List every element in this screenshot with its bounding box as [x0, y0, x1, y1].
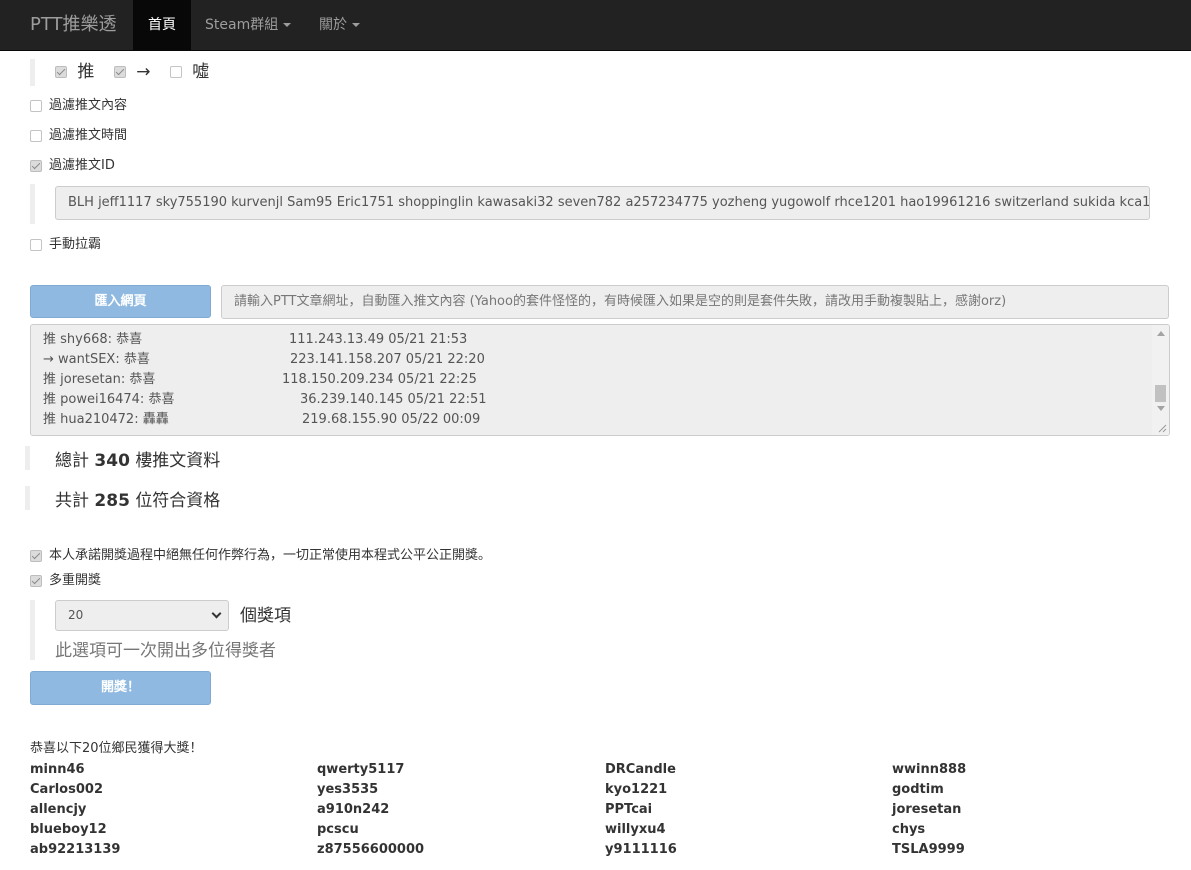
comment-line: 推 joresetan: 恭喜	[43, 372, 156, 387]
winner-name: wwinn888	[892, 762, 967, 777]
nav-home-label: 首頁	[148, 17, 176, 33]
arrow-checkbox[interactable]	[113, 66, 126, 78]
resize-handle-icon[interactable]	[1157, 423, 1167, 433]
prize-count-suffix: 個獎項	[240, 606, 291, 626]
winner-name: joresetan	[892, 802, 962, 817]
comments-textarea[interactable]: 推 shy668: 恭喜 111.243.13.49 05/21 21:53 →…	[30, 324, 1170, 436]
winner-name: qwerty5117	[317, 762, 405, 777]
winner-name: DRCandle	[605, 762, 676, 777]
scrollbar[interactable]	[1152, 325, 1169, 435]
winner-name: TSLA9999	[892, 842, 965, 857]
section-bar	[25, 486, 30, 510]
section-bar	[30, 184, 35, 224]
filter-id-input[interactable]: BLH jeff1117 sky755190 kurvenjl Sam95 Er…	[55, 186, 1150, 220]
total-suffix: 樓推文資料	[135, 451, 221, 471]
section-bar	[30, 600, 35, 660]
winner-name: z87556600000	[317, 842, 425, 857]
winner-name: pcscu	[317, 822, 359, 837]
filter-content-label: 過濾推文內容	[49, 98, 128, 113]
winner-name: Carlos002	[30, 782, 103, 797]
push-checkbox[interactable]	[55, 66, 67, 78]
comment-line: 推 shy668: 恭喜	[43, 332, 143, 347]
nav-about[interactable]: 關於	[304, 0, 375, 50]
total-count-text: 總計 340 樓推文資料	[55, 446, 220, 471]
url-input[interactable]: 請輸入PTT文章網址，自動匯入推文內容 (Yahoo的套件怪怪的，有時候匯入如果…	[221, 285, 1169, 319]
section-bar	[30, 59, 35, 86]
draw-button[interactable]: 開獎！	[30, 671, 211, 705]
winner-name: kyo1221	[605, 782, 668, 797]
winner-name: yes3535	[317, 782, 379, 797]
caret-down-icon	[352, 23, 360, 27]
winner-name: a910n242	[317, 802, 390, 817]
nav-home[interactable]: 首頁	[133, 0, 191, 50]
comment-line: 推 hua210472: 轟轟	[43, 412, 169, 427]
comment-meta: 223.141.158.207 05/21 22:20	[290, 352, 485, 367]
scroll-down-icon[interactable]	[1157, 406, 1165, 411]
winner-name: minn46	[30, 762, 85, 777]
prize-count-select[interactable]: 20	[55, 600, 229, 631]
nav-about-label: 關於	[319, 17, 347, 33]
filter-time-row: 過濾推文時間	[30, 126, 127, 146]
boo-checkbox[interactable]	[169, 66, 182, 78]
comment-meta: 219.68.155.90 05/22 00:09	[302, 412, 481, 427]
chevron-down-icon	[211, 608, 222, 619]
pledge-label: 本人承諾開獎過程中絕無任何作弊行為，一切正常使用本程式公平公正開獎。	[49, 548, 492, 563]
tag-filter-row: 推 → 噓	[55, 60, 209, 84]
manual-label: 手動拉霸	[49, 237, 102, 252]
eligible-prefix: 共計	[55, 491, 89, 511]
comment-meta: 111.243.13.49 05/21 21:53	[289, 332, 468, 347]
comment-line: → wantSEX: 恭喜	[43, 352, 150, 367]
filter-content-checkbox[interactable]	[30, 100, 42, 112]
eligible-count-text: 共計 285 位符合資格	[55, 486, 220, 511]
comment-line: 推 powei16474: 恭喜	[43, 392, 175, 407]
manual-checkbox[interactable]	[30, 239, 42, 251]
multi-draw-checkbox[interactable]	[30, 575, 42, 587]
section-bar	[25, 446, 30, 470]
multi-draw-hint: 此選項可一次開出多位得獎者	[55, 641, 276, 661]
prize-count-value: 20	[68, 608, 84, 622]
winner-name: chys	[892, 822, 926, 837]
eligible-suffix: 位符合資格	[135, 491, 221, 511]
result-title: 恭喜以下20位鄉民獲得大獎！	[30, 741, 203, 756]
filter-content-row: 過濾推文內容	[30, 96, 127, 116]
nav-steam-group[interactable]: Steam群組	[190, 0, 306, 50]
pledge-checkbox[interactable]	[30, 550, 42, 562]
arrow-label: →	[136, 62, 151, 82]
import-button[interactable]: 匯入網頁	[30, 285, 211, 318]
brand-logo[interactable]: PTT推樂透	[30, 0, 117, 50]
filter-id-row: 過濾推文ID	[30, 156, 115, 176]
winner-name: godtim	[892, 782, 944, 797]
scroll-up-icon[interactable]	[1157, 331, 1165, 336]
caret-down-icon	[283, 23, 292, 27]
winner-name: blueboy12	[30, 822, 107, 837]
winner-name: y9111116	[605, 842, 677, 857]
filter-time-checkbox[interactable]	[30, 130, 42, 142]
eligible-count: 285	[94, 491, 130, 511]
filter-time-label: 過濾推文時間	[49, 128, 128, 143]
winner-name: PPTcai	[605, 802, 653, 817]
winner-name: allencjy	[30, 802, 87, 817]
comment-meta: 36.239.140.145 05/21 22:51	[300, 392, 487, 407]
pledge-row: 本人承諾開獎過程中絕無任何作弊行為，一切正常使用本程式公平公正開獎。	[30, 546, 491, 566]
push-label: 推	[77, 62, 95, 82]
nav-steam-group-label: Steam群組	[205, 17, 279, 33]
winner-name: ab92213139	[30, 842, 121, 857]
navbar: PTT推樂透 首頁 Steam群組 關於	[0, 0, 1191, 51]
boo-label: 噓	[192, 62, 210, 82]
total-prefix: 總計	[55, 451, 89, 471]
scroll-thumb[interactable]	[1155, 385, 1166, 402]
multi-draw-row: 多重開獎	[30, 571, 101, 591]
total-count: 340	[94, 451, 130, 471]
multi-draw-label: 多重開獎	[49, 573, 102, 588]
manual-row: 手動拉霸	[30, 235, 101, 255]
filter-id-label: 過濾推文ID	[49, 158, 115, 173]
comment-meta: 118.150.209.234 05/21 22:25	[282, 372, 477, 387]
winner-name: willyxu4	[605, 822, 666, 837]
filter-id-checkbox[interactable]	[30, 160, 42, 172]
